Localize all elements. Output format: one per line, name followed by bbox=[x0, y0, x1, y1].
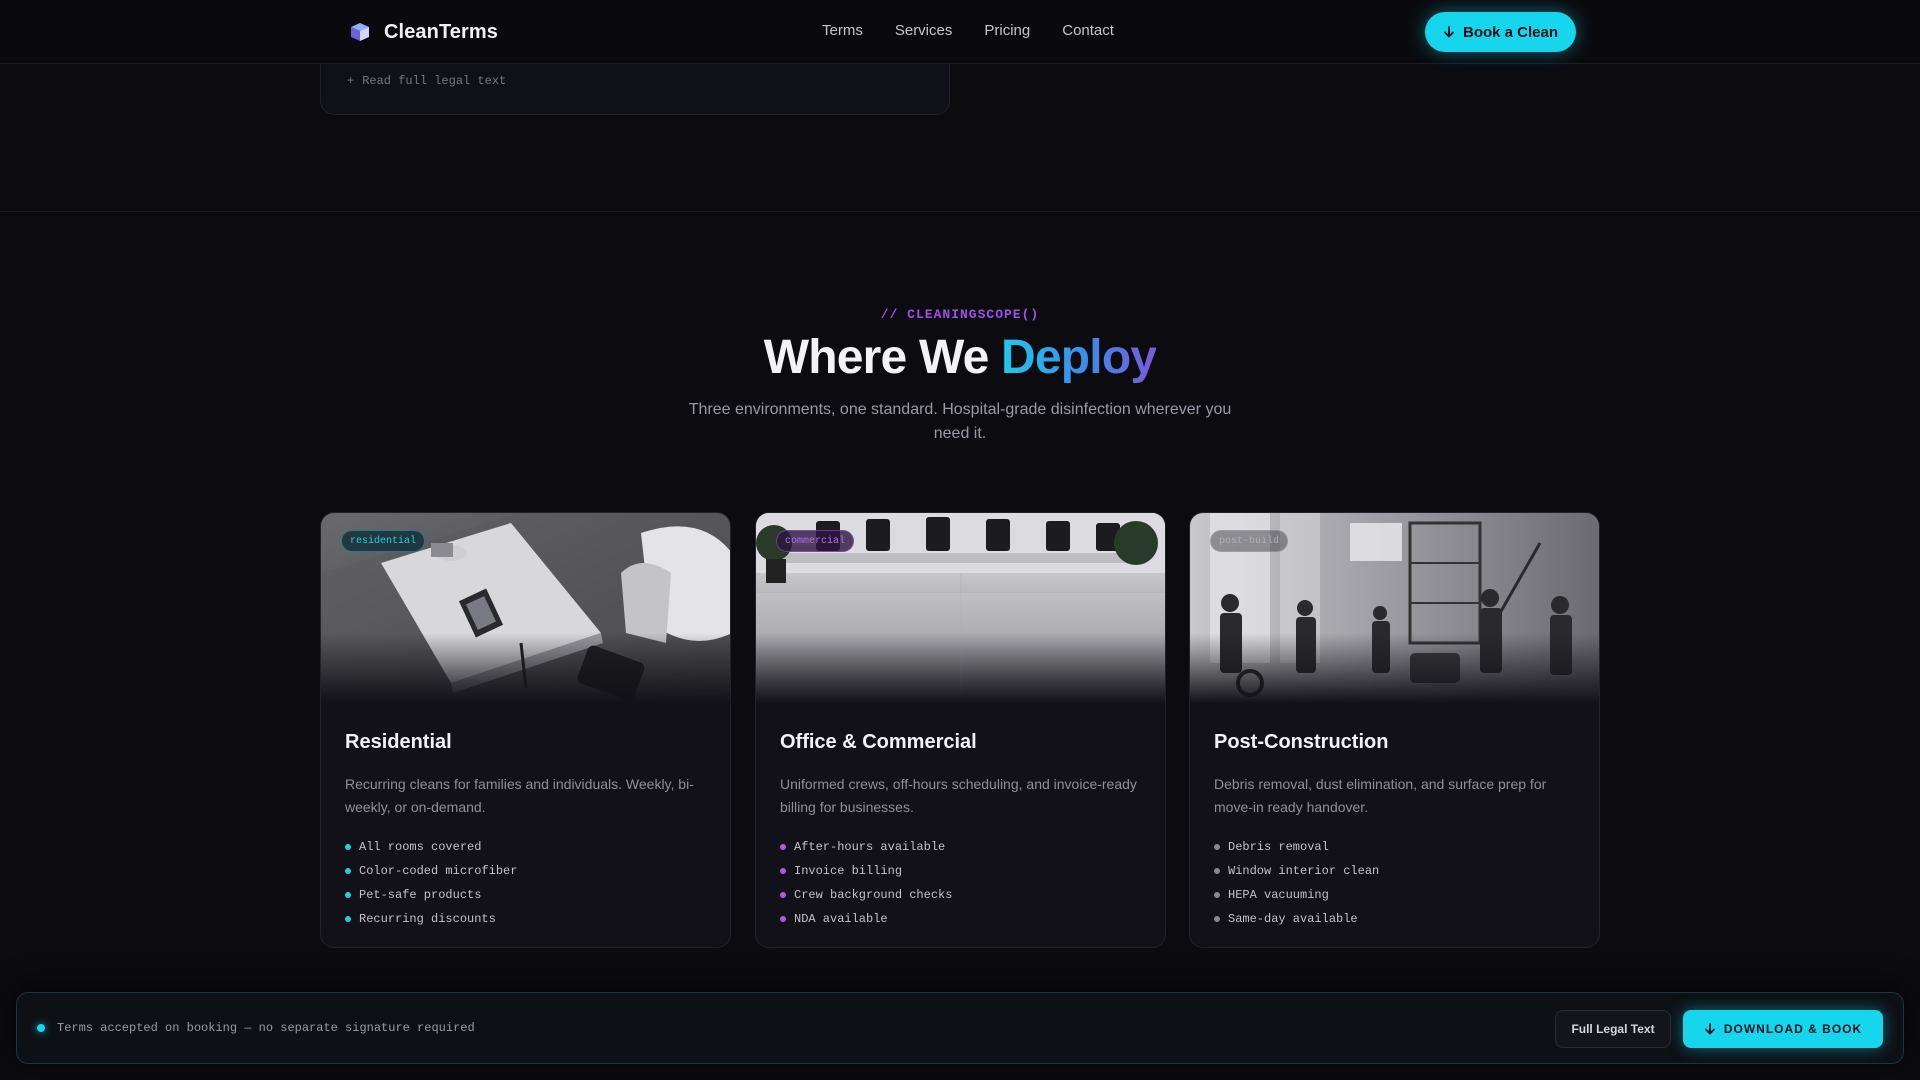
bullet-dot-icon bbox=[780, 868, 786, 874]
terms-note: Terms accepted on booking — no separate … bbox=[37, 1021, 475, 1035]
feature-item: HEPA vacuuming bbox=[1214, 883, 1379, 907]
status-dot-icon bbox=[37, 1024, 45, 1032]
feature-item: Debris removal bbox=[1214, 835, 1379, 859]
feature-item: Invoice billing bbox=[780, 859, 952, 883]
feature-item: Recurring discounts bbox=[345, 907, 517, 931]
bullet-dot-icon bbox=[780, 916, 786, 922]
arrow-down-icon bbox=[1444, 26, 1454, 38]
read-full-legal-link[interactable]: + Read full legal text bbox=[347, 74, 506, 88]
feature-label: Invoice billing bbox=[794, 864, 903, 878]
bullet-dot-icon bbox=[345, 844, 351, 850]
bullet-dot-icon bbox=[345, 868, 351, 874]
section-title-main: Where We bbox=[763, 331, 1002, 384]
feature-label: Recurring discounts bbox=[359, 912, 496, 926]
nav-link-services[interactable]: Services bbox=[895, 22, 953, 39]
feature-item: Color-coded microfiber bbox=[345, 859, 517, 883]
bullet-dot-icon bbox=[345, 892, 351, 898]
feature-item: Same-day available bbox=[1214, 907, 1379, 931]
card-tag-residential: residential bbox=[341, 530, 426, 552]
card-title-post-construction: Post-Construction bbox=[1214, 731, 1389, 753]
card-commercial[interactable]: commercial Office & Commercial Uniformed… bbox=[755, 512, 1166, 948]
feature-label: Window interior clean bbox=[1228, 864, 1380, 878]
cube-logo-icon bbox=[351, 23, 369, 41]
terms-note-text: Terms accepted on booking — no separate … bbox=[57, 1021, 475, 1035]
bullet-dot-icon bbox=[1214, 916, 1220, 922]
download-and-book-button[interactable]: DOWNLOAD & BOOK bbox=[1683, 1010, 1883, 1048]
feature-label: All rooms covered bbox=[359, 840, 482, 854]
brand-home-link[interactable]: CleanTerms bbox=[348, 18, 498, 46]
feature-list-residential: All rooms covered Color-coded microfiber… bbox=[345, 835, 517, 931]
section-eyebrow: // CLEANINGSCOPE() bbox=[880, 307, 1040, 322]
feature-item: After-hours available bbox=[780, 835, 952, 859]
feature-label: HEPA vacuuming bbox=[1228, 888, 1329, 902]
feature-item: Window interior clean bbox=[1214, 859, 1379, 883]
feature-list-post-construction: Debris removal Window interior clean HEP… bbox=[1214, 835, 1379, 931]
nav-link-contact[interactable]: Contact bbox=[1062, 22, 1114, 39]
booking-bar: Terms accepted on booking — no separate … bbox=[16, 992, 1904, 1064]
feature-list-commercial: After-hours available Invoice billing Cr… bbox=[780, 835, 952, 931]
feature-label: After-hours available bbox=[794, 840, 946, 854]
card-post-construction[interactable]: post-build Post-Construction Debris remo… bbox=[1189, 512, 1600, 948]
feature-label: Same-day available bbox=[1228, 912, 1358, 926]
card-tag-post-construction: post-build bbox=[1210, 530, 1289, 552]
section-divider bbox=[0, 211, 1920, 212]
bullet-dot-icon bbox=[345, 916, 351, 922]
section-title: Where We Deploy bbox=[0, 330, 1920, 386]
feature-item: All rooms covered bbox=[345, 835, 517, 859]
feature-label: Pet-safe products bbox=[359, 888, 482, 902]
download-and-book-label: DOWNLOAD & BOOK bbox=[1723, 1022, 1863, 1036]
feature-item: Pet-safe products bbox=[345, 883, 517, 907]
nav-link-terms[interactable]: Terms bbox=[822, 22, 863, 39]
read-full-legal-label: Read full legal text bbox=[362, 74, 507, 88]
feature-label: NDA available bbox=[794, 912, 888, 926]
bullet-dot-icon bbox=[1214, 868, 1220, 874]
bullet-dot-icon bbox=[780, 892, 786, 898]
bullet-dot-icon bbox=[780, 844, 786, 850]
feature-label: Crew background checks bbox=[794, 888, 953, 902]
feature-item: NDA available bbox=[780, 907, 952, 931]
top-nav: CleanTerms Terms Services Pricing Contac… bbox=[0, 0, 1920, 64]
card-title-commercial: Office & Commercial bbox=[780, 731, 977, 753]
nav-link-pricing[interactable]: Pricing bbox=[984, 22, 1030, 39]
section-subtitle: Three environments, one standard. Hospit… bbox=[688, 401, 1232, 442]
book-a-clean-button[interactable]: Book a Clean bbox=[1425, 12, 1576, 52]
arrow-down-icon bbox=[1704, 1023, 1715, 1035]
section-title-accent: Deploy bbox=[1001, 331, 1157, 384]
card-description-residential: Recurring cleans for families and indivi… bbox=[345, 776, 694, 815]
card-tag-commercial: commercial bbox=[776, 530, 855, 552]
book-a-clean-label: Book a Clean bbox=[1462, 23, 1559, 41]
feature-label: Debris removal bbox=[1228, 840, 1329, 854]
card-description-commercial: Uniformed crews, off-hours scheduling, a… bbox=[780, 776, 1137, 815]
feature-item: Crew background checks bbox=[780, 883, 952, 907]
expand-plus-icon: + bbox=[347, 74, 355, 88]
card-residential[interactable]: residential Residential Recurring cleans… bbox=[320, 512, 731, 948]
bullet-dot-icon bbox=[1214, 844, 1220, 850]
brand-name: CleanTerms bbox=[384, 20, 499, 43]
card-title-residential: Residential bbox=[345, 731, 452, 753]
full-legal-text-button[interactable]: Full Legal Text bbox=[1555, 1010, 1671, 1048]
card-description-post-construction: Debris removal, dust elimination, and su… bbox=[1214, 776, 1547, 815]
nav-links: Terms Services Pricing Contact bbox=[822, 22, 1114, 39]
feature-label: Color-coded microfiber bbox=[359, 864, 518, 878]
bullet-dot-icon bbox=[1214, 892, 1220, 898]
